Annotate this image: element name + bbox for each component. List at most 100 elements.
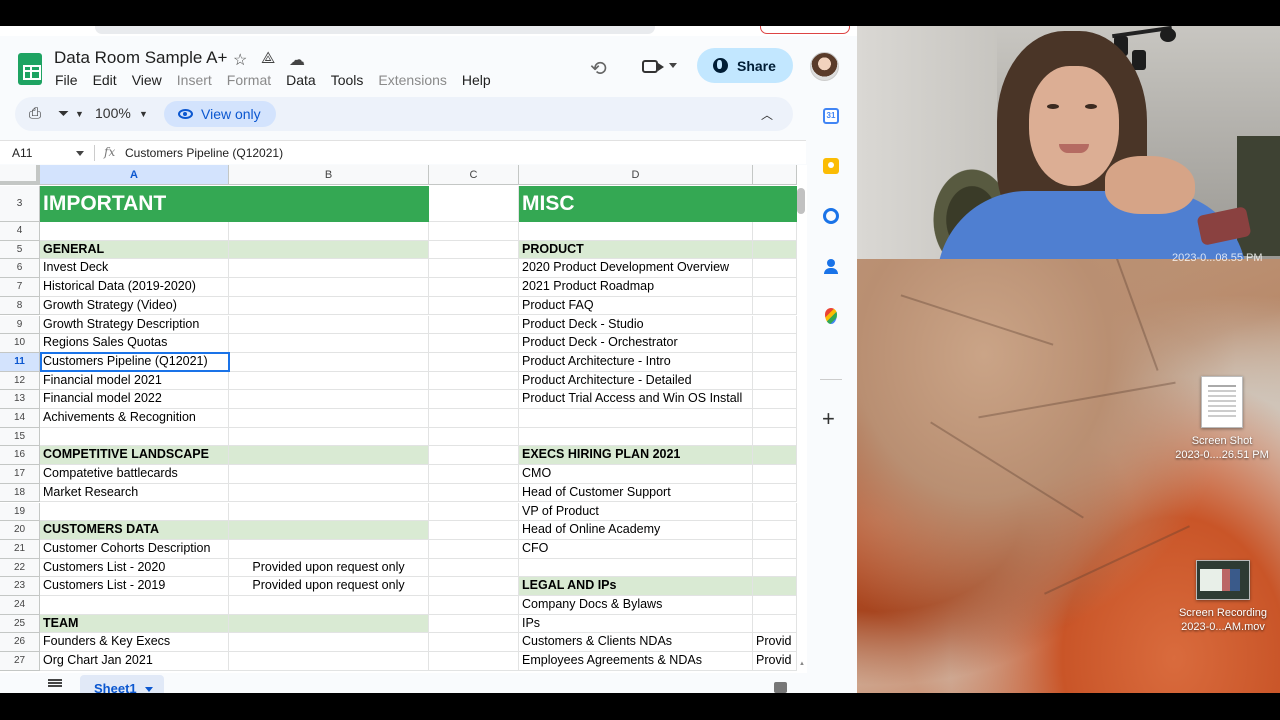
formula-input[interactable]: Customers Pipeline (Q12021): [125, 146, 283, 160]
cell-a10[interactable]: Regions Sales Quotas: [40, 334, 229, 353]
cell-e10[interactable]: [753, 334, 797, 353]
cell-d13[interactable]: Product Trial Access and Win OS Install: [519, 390, 753, 409]
sheets-logo-icon[interactable]: [18, 53, 42, 85]
cell-b8[interactable]: [229, 296, 429, 316]
row-header-16[interactable]: 16: [0, 446, 40, 466]
cell-c20[interactable]: [429, 521, 519, 540]
tab-sheet1[interactable]: Sheet1: [80, 675, 164, 693]
version-history-icon[interactable]: ⟲: [590, 56, 607, 81]
cell-e20[interactable]: [753, 521, 797, 540]
desktop-file-screenshot[interactable]: Screen Shot 2023-0....26.51 PM: [1170, 376, 1274, 462]
vertical-scrollbar[interactable]: [797, 188, 805, 214]
cell-d9[interactable]: Product Deck - Studio: [519, 315, 753, 335]
column-header-e[interactable]: [753, 165, 797, 185]
cell-a15[interactable]: [40, 427, 229, 447]
cell-d21[interactable]: CFO: [519, 539, 753, 559]
cell-b18[interactable]: [229, 483, 429, 503]
cell-e21[interactable]: [753, 539, 797, 559]
cell-d26[interactable]: Customers & Clients NDAs: [519, 633, 753, 653]
name-box[interactable]: A11: [12, 146, 32, 160]
cell-b16[interactable]: [229, 446, 429, 466]
explore-icon[interactable]: [774, 682, 787, 693]
cell-b23[interactable]: Provided upon request only: [229, 577, 429, 596]
move-to-drive-icon[interactable]: ⟁: [261, 50, 275, 68]
menu-item-edit[interactable]: Edit: [93, 72, 117, 88]
cell-b25[interactable]: [229, 614, 429, 634]
cell-b24[interactable]: [229, 596, 429, 615]
cell-d20[interactable]: Head of Online Academy: [519, 521, 753, 540]
cell-c16[interactable]: [429, 446, 519, 466]
cell-b19[interactable]: [229, 502, 429, 522]
row-header-22[interactable]: 22: [0, 558, 40, 578]
row-header-25[interactable]: 25: [0, 614, 40, 634]
cell-d12[interactable]: Product Architecture - Detailed: [519, 371, 753, 391]
cell-d15[interactable]: [519, 427, 753, 447]
cell-e5[interactable]: [753, 240, 797, 260]
maps-icon[interactable]: [825, 308, 837, 324]
cell-c4[interactable]: [429, 222, 519, 241]
chevron-down-icon[interactable]: [144, 687, 153, 693]
cell-d10[interactable]: Product Deck - Orchestrator: [519, 334, 753, 353]
row-header-4[interactable]: 4: [0, 222, 40, 241]
cell-b17[interactable]: [229, 465, 429, 484]
filter-icon[interactable]: ⏷: [58, 105, 69, 122]
row-header-5[interactable]: 5: [0, 240, 40, 260]
cell-e4[interactable]: [753, 222, 797, 241]
cell-b13[interactable]: [229, 390, 429, 409]
cell-a22[interactable]: Customers List - 2020: [40, 558, 229, 578]
browser-url-bar[interactable]: [0, 26, 857, 36]
cell-a26[interactable]: Founders & Key Execs: [40, 633, 229, 653]
tasks-icon[interactable]: [823, 208, 839, 224]
row-header-7[interactable]: 7: [0, 278, 40, 297]
zoom-dropdown-icon[interactable]: ▼: [139, 109, 148, 119]
cell-e7[interactable]: [753, 278, 797, 297]
address-field[interactable]: [95, 26, 655, 34]
column-header-d[interactable]: D: [519, 165, 753, 185]
print-icon[interactable]: ⎙: [29, 105, 41, 122]
spreadsheet-grid[interactable]: A B C D 3 IMPORTANT MISC 4 5 GENERAL PRODUCT 6 Inves…: [0, 165, 807, 687]
view-only-button[interactable]: View only: [164, 101, 276, 127]
row-header-6[interactable]: 6: [0, 259, 40, 279]
all-sheets-menu-icon[interactable]: [48, 682, 62, 684]
cell-d18[interactable]: Head of Customer Support: [519, 483, 753, 503]
column-header-c[interactable]: C: [429, 165, 519, 185]
collapse-menu-icon[interactable]: ︿: [761, 106, 773, 123]
select-all-corner[interactable]: [0, 165, 40, 185]
cell-b21[interactable]: [229, 539, 429, 559]
cell-b20[interactable]: [229, 521, 429, 540]
cell-c7[interactable]: [429, 278, 519, 297]
cell-e11[interactable]: [753, 352, 797, 372]
cell-b7[interactable]: [229, 278, 429, 297]
cell-a23[interactable]: Customers List - 2019: [40, 577, 229, 596]
cell-a4[interactable]: [40, 222, 229, 241]
menu-item-help[interactable]: Help: [462, 72, 491, 88]
column-header-a[interactable]: A: [40, 165, 229, 185]
share-button[interactable]: Share: [697, 48, 793, 83]
add-addon-icon[interactable]: +: [822, 408, 835, 430]
cell-a24[interactable]: [40, 596, 229, 615]
meet-call-icon[interactable]: [640, 56, 680, 78]
cell-d14[interactable]: [519, 409, 753, 428]
cell-d5[interactable]: PRODUCT: [519, 240, 753, 260]
row-header-19[interactable]: 19: [0, 502, 40, 522]
cell-e13[interactable]: [753, 390, 797, 409]
cell-a19[interactable]: [40, 502, 229, 522]
row-header-10[interactable]: 10: [0, 334, 40, 353]
cell-b5[interactable]: [229, 240, 429, 260]
cell-d8[interactable]: Product FAQ: [519, 296, 753, 316]
filter-dropdown-icon[interactable]: ▼: [75, 109, 84, 119]
cell-c22[interactable]: [429, 558, 519, 578]
cell-a20[interactable]: CUSTOMERS DATA: [40, 521, 229, 540]
cell-e17[interactable]: [753, 465, 797, 484]
cell-c11[interactable]: [429, 352, 519, 372]
row-header-18[interactable]: 18: [0, 483, 40, 503]
cell-a8[interactable]: Growth Strategy (Video): [40, 296, 229, 316]
row-header-9[interactable]: 9: [0, 315, 40, 335]
row-header-14[interactable]: 14: [0, 409, 40, 428]
cell-e18[interactable]: [753, 483, 797, 503]
cell-a11[interactable]: Customers Pipeline (Q12021): [40, 352, 229, 372]
cell-b9[interactable]: [229, 315, 429, 335]
cell-c6[interactable]: [429, 259, 519, 279]
cell-d7[interactable]: 2021 Product Roadmap: [519, 278, 753, 297]
keep-icon[interactable]: [823, 158, 839, 174]
